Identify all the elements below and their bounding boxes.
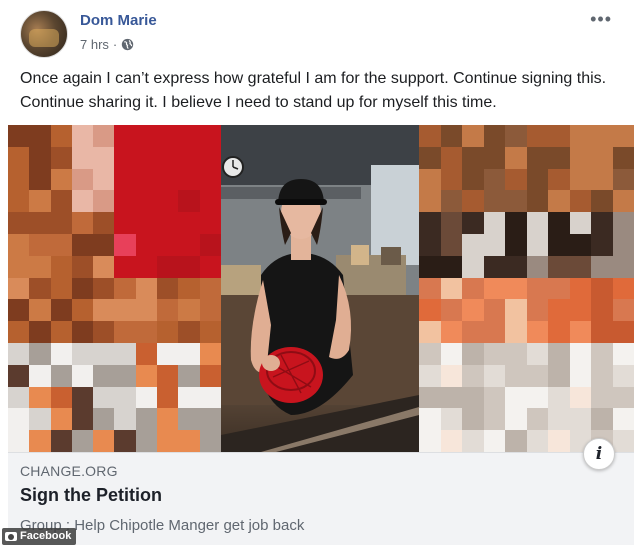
pixelated-right-panel (419, 125, 634, 452)
facebook-post: Dom Marie 7 hrs · ••• Once again I can’t… (0, 0, 634, 545)
link-domain: CHANGE.ORG (20, 463, 118, 479)
post-meta: 7 hrs · (80, 37, 134, 52)
pixelated-left-panel (8, 125, 221, 452)
globe-icon[interactable] (121, 38, 134, 51)
link-title[interactable]: Sign the Petition (20, 485, 162, 506)
kitchen-scene (221, 125, 419, 452)
watermark-label: Facebook (20, 530, 72, 542)
camera-icon (5, 532, 17, 541)
meta-separator: · (112, 37, 118, 52)
video-frame (221, 125, 419, 452)
link-preview[interactable]: CHANGE.ORG Sign the Petition Group : Hel… (8, 452, 634, 545)
post-video[interactable] (8, 125, 634, 452)
post-header: Dom Marie 7 hrs · ••• (16, 8, 616, 60)
author-name[interactable]: Dom Marie (80, 12, 157, 29)
more-options-button[interactable]: ••• (590, 10, 612, 28)
facebook-watermark: Facebook (2, 528, 77, 545)
post-time[interactable]: 7 hrs (80, 37, 109, 52)
info-icon[interactable]: i (583, 438, 615, 470)
avatar[interactable] (20, 10, 68, 58)
post-text: Once again I can’t express how grateful … (20, 70, 607, 111)
